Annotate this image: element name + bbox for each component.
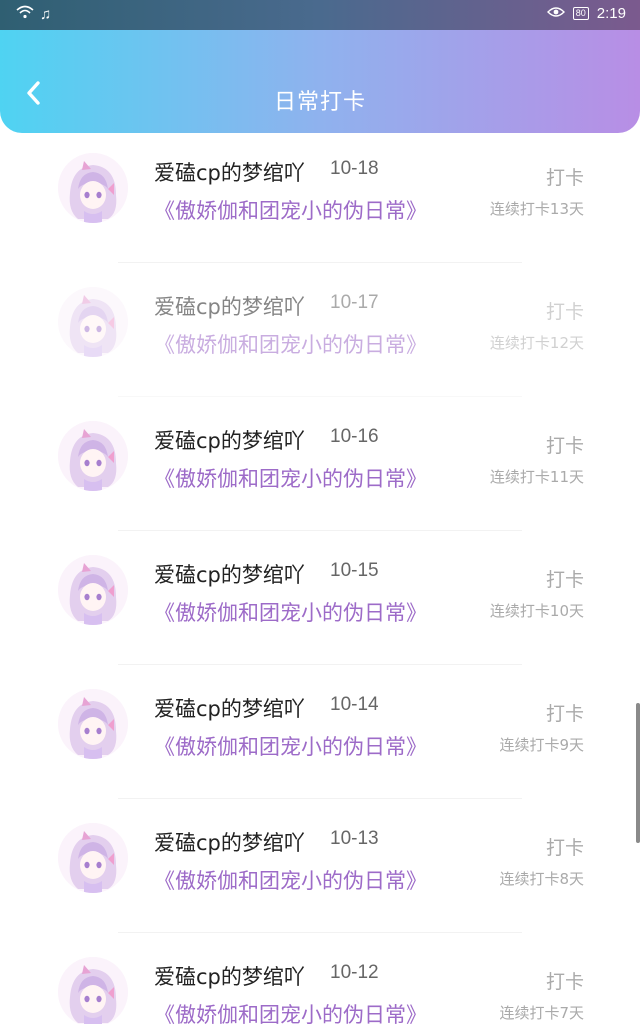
- music-note-icon: ♫: [40, 5, 52, 23]
- avatar[interactable]: [58, 957, 128, 1024]
- list-item: 爱磕cp的梦绾吖 10-12 《傲娇伽和团宠小的伪日常》 打卡 连续打卡7天: [0, 937, 640, 1024]
- checkin-label: 打卡: [545, 837, 584, 859]
- book-title[interactable]: 《傲娇伽和团宠小的伪日常》: [154, 195, 427, 225]
- streak-count: 连续打卡11天: [489, 468, 584, 486]
- list-item: 爱磕cp的梦绾吖 10-18 《傲娇伽和团宠小的伪日常》 打卡 连续打卡13天: [0, 133, 640, 267]
- user-name[interactable]: 爱磕cp的梦绾吖: [154, 425, 305, 455]
- user-name[interactable]: 爱磕cp的梦绾吖: [154, 827, 305, 857]
- avatar[interactable]: [58, 421, 128, 491]
- streak-count: 连续打卡7天: [499, 1004, 584, 1022]
- checkin-date: 10-17: [330, 292, 379, 313]
- separator: [118, 396, 522, 397]
- checkin-date: 10-15: [330, 560, 379, 581]
- checkin-label: 打卡: [545, 971, 584, 993]
- separator: [118, 664, 522, 665]
- checkin-list: 爱磕cp的梦绾吖 10-18 《傲娇伽和团宠小的伪日常》 打卡 连续打卡13天 …: [0, 133, 640, 1024]
- scrollbar[interactable]: [636, 703, 640, 843]
- avatar[interactable]: [58, 689, 128, 759]
- header-bar: 日常打卡: [0, 30, 640, 133]
- checkin-label: 打卡: [545, 569, 584, 591]
- streak-count: 连续打卡8天: [499, 870, 584, 888]
- separator: [118, 530, 522, 531]
- checkin-label: 打卡: [545, 301, 584, 323]
- wifi-icon: [16, 5, 34, 23]
- book-title[interactable]: 《傲娇伽和团宠小的伪日常》: [154, 865, 427, 895]
- book-title[interactable]: 《傲娇伽和团宠小的伪日常》: [154, 999, 427, 1024]
- list-item: 爱磕cp的梦绾吖 10-17 《傲娇伽和团宠小的伪日常》 打卡 连续打卡12天: [0, 267, 640, 401]
- avatar[interactable]: [58, 823, 128, 893]
- eye-comfort-icon: [546, 5, 565, 22]
- battery-icon: 80: [572, 7, 589, 20]
- checkin-label: 打卡: [545, 435, 584, 457]
- book-title[interactable]: 《傲娇伽和团宠小的伪日常》: [154, 597, 427, 627]
- checkin-date: 10-12: [330, 962, 379, 983]
- checkin-date: 10-14: [330, 694, 379, 715]
- checkin-label: 打卡: [545, 167, 584, 189]
- status-bar: ♫ 80 2:19: [0, 0, 640, 30]
- streak-count: 连续打卡10天: [489, 602, 584, 620]
- list-item: 爱磕cp的梦绾吖 10-13 《傲娇伽和团宠小的伪日常》 打卡 连续打卡8天: [0, 803, 640, 937]
- clock-time: 2:19: [596, 5, 626, 22]
- avatar[interactable]: [58, 555, 128, 625]
- user-name[interactable]: 爱磕cp的梦绾吖: [154, 291, 305, 321]
- checkin-date: 10-16: [330, 426, 379, 447]
- book-title[interactable]: 《傲娇伽和团宠小的伪日常》: [154, 731, 427, 761]
- list-item: 爱磕cp的梦绾吖 10-15 《傲娇伽和团宠小的伪日常》 打卡 连续打卡10天: [0, 535, 640, 669]
- avatar[interactable]: [58, 153, 128, 223]
- separator: [118, 932, 522, 933]
- user-name[interactable]: 爱磕cp的梦绾吖: [154, 559, 305, 589]
- user-name[interactable]: 爱磕cp的梦绾吖: [154, 157, 305, 187]
- streak-count: 连续打卡12天: [489, 334, 584, 352]
- book-title[interactable]: 《傲娇伽和团宠小的伪日常》: [154, 329, 427, 359]
- checkin-label: 打卡: [545, 703, 584, 725]
- separator: [118, 798, 522, 799]
- list-item: 爱磕cp的梦绾吖 10-14 《傲娇伽和团宠小的伪日常》 打卡 连续打卡9天: [0, 669, 640, 803]
- list-item: 爱磕cp的梦绾吖 10-16 《傲娇伽和团宠小的伪日常》 打卡 连续打卡11天: [0, 401, 640, 535]
- user-name[interactable]: 爱磕cp的梦绾吖: [154, 961, 305, 991]
- separator: [118, 262, 522, 263]
- checkin-date: 10-18: [330, 158, 379, 179]
- checkin-date: 10-13: [330, 828, 379, 849]
- page-title: 日常打卡: [273, 90, 366, 115]
- streak-count: 连续打卡9天: [499, 736, 584, 754]
- book-title[interactable]: 《傲娇伽和团宠小的伪日常》: [154, 463, 427, 493]
- user-name[interactable]: 爱磕cp的梦绾吖: [154, 693, 305, 723]
- avatar[interactable]: [58, 287, 128, 357]
- streak-count: 连续打卡13天: [489, 200, 584, 218]
